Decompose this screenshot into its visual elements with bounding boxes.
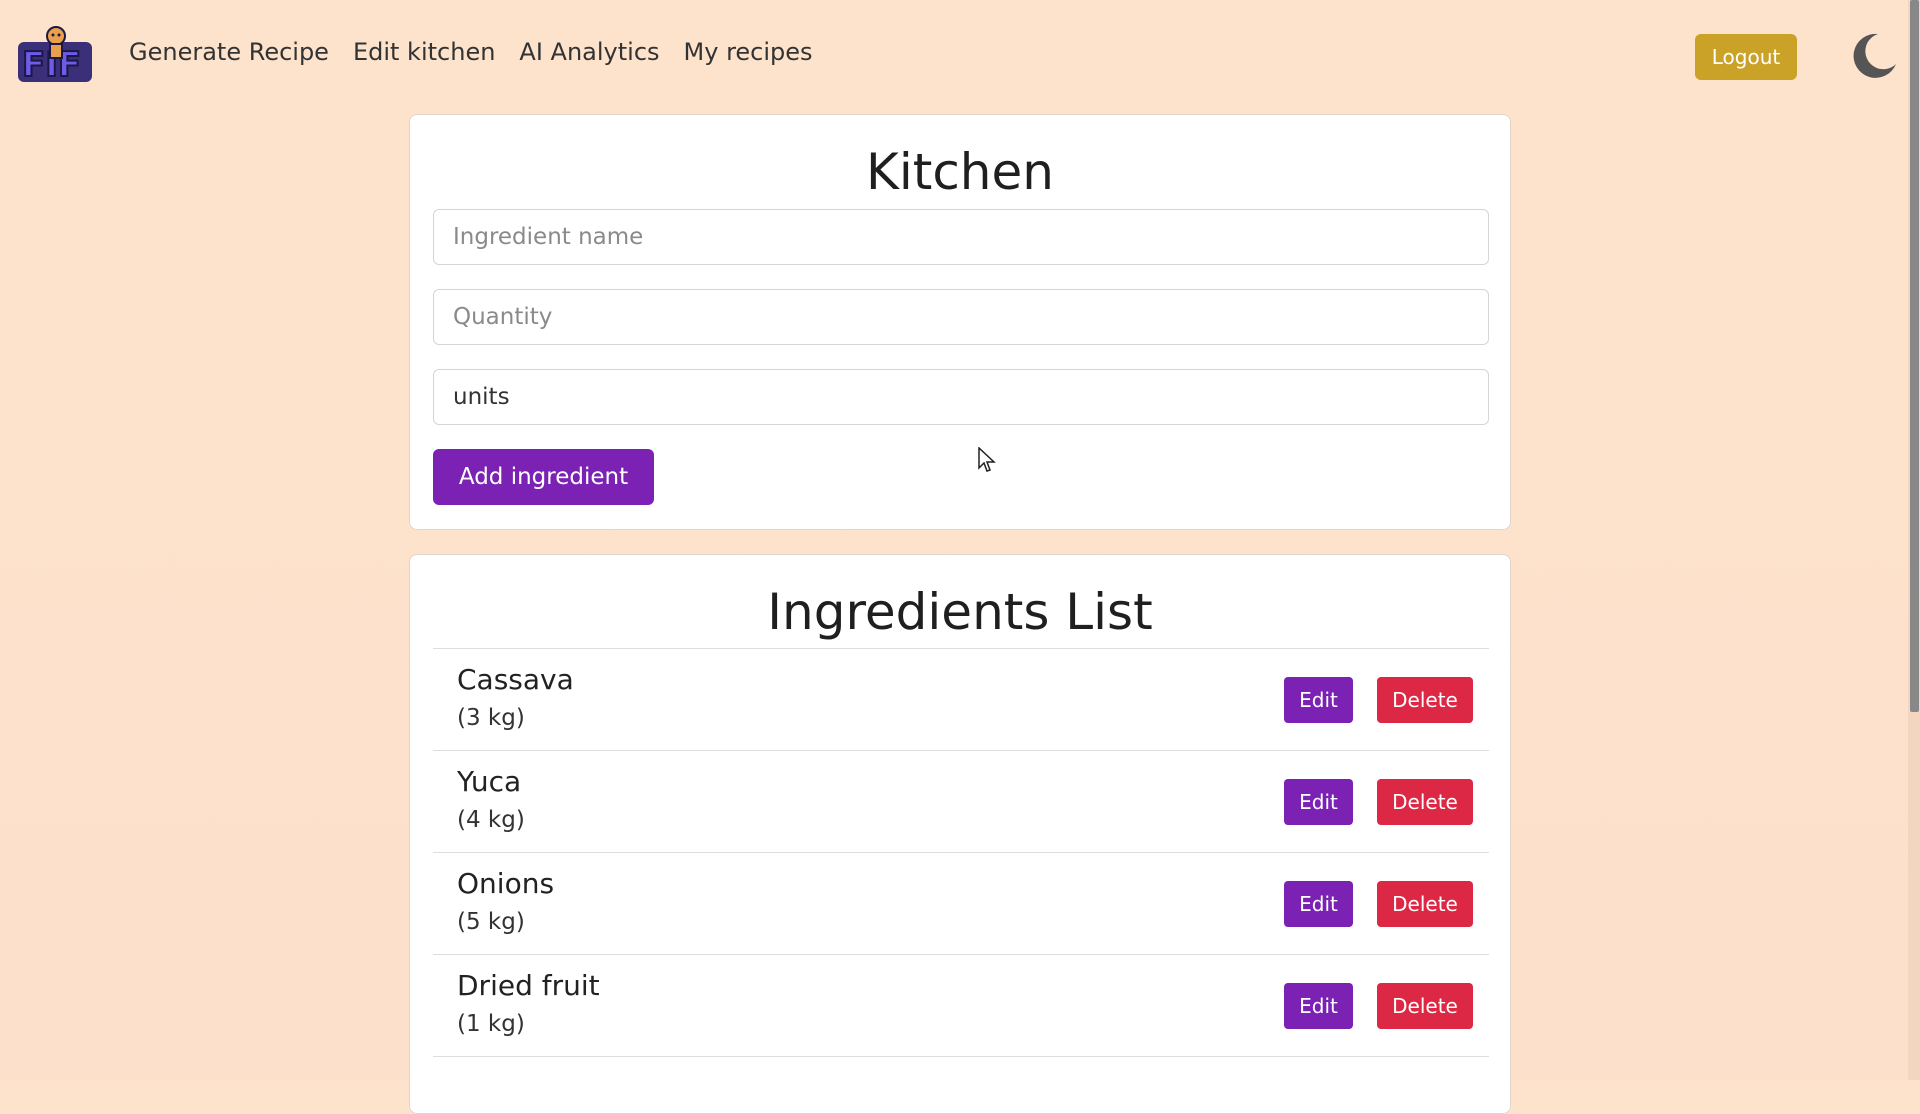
delete-button[interactable]: Delete [1377, 983, 1473, 1029]
list-item: Dried fruit (1 kg) Edit Delete [433, 955, 1489, 1057]
nav-link-ai-analytics[interactable]: AI Analytics [519, 38, 659, 66]
edit-button[interactable]: Edit [1284, 881, 1353, 927]
nav-link-my-recipes[interactable]: My recipes [684, 38, 813, 66]
ingredient-name: Dried fruit [457, 969, 600, 1002]
ingredient-quantity: (3 kg) [457, 705, 525, 731]
units-input[interactable] [433, 369, 1489, 425]
ingredient-name: Onions [457, 867, 555, 900]
navbar: FIF Generate Recipe Edit kitchen AI Anal… [0, 0, 1920, 114]
ingredients-list-title: Ingredients List [767, 583, 1153, 641]
edit-button[interactable]: Edit [1284, 983, 1353, 1029]
quantity-input[interactable] [433, 289, 1489, 345]
ingredients-list: Cassava (3 kg) Edit Delete Yuca (4 kg) E… [433, 648, 1489, 1057]
logout-button[interactable]: Logout [1695, 34, 1797, 80]
ingredient-quantity: (1 kg) [457, 1011, 525, 1037]
nav-link-generate-recipe[interactable]: Generate Recipe [129, 38, 329, 66]
scrollbar-thumb[interactable] [1910, 0, 1919, 712]
delete-button[interactable]: Delete [1377, 677, 1473, 723]
ingredients-list-card: Ingredients List Cassava (3 kg) Edit Del… [409, 554, 1511, 1114]
ingredient-quantity: (4 kg) [457, 807, 525, 833]
edit-button[interactable]: Edit [1284, 677, 1353, 723]
nav-link-edit-kitchen[interactable]: Edit kitchen [353, 38, 495, 66]
cursor-icon [978, 447, 996, 472]
kitchen-card: Kitchen Add ingredient [409, 114, 1511, 530]
list-item: Onions (5 kg) Edit Delete [433, 853, 1489, 955]
edit-button[interactable]: Edit [1284, 779, 1353, 825]
list-item: Cassava (3 kg) Edit Delete [433, 649, 1489, 751]
list-item: Yuca (4 kg) Edit Delete [433, 751, 1489, 853]
ingredient-quantity: (5 kg) [457, 909, 525, 935]
nav-links: Generate Recipe Edit kitchen AI Analytic… [129, 38, 813, 66]
moon-icon[interactable] [1848, 30, 1900, 82]
ingredient-name: Yuca [457, 765, 522, 798]
ingredient-name-input[interactable] [433, 209, 1489, 265]
ingredient-name: Cassava [457, 663, 574, 696]
add-ingredient-button[interactable]: Add ingredient [433, 449, 654, 505]
kitchen-title: Kitchen [866, 143, 1054, 201]
delete-button[interactable]: Delete [1377, 779, 1473, 825]
delete-button[interactable]: Delete [1377, 881, 1473, 927]
app-logo[interactable]: FIF [16, 22, 94, 86]
